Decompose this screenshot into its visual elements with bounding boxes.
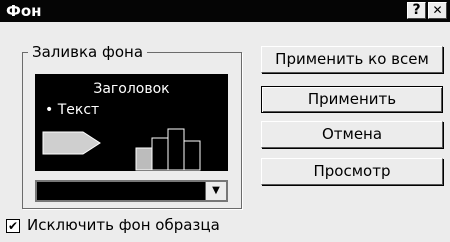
apply-all-button[interactable]: Применить ко всем [261, 46, 443, 73]
chevron-down-icon[interactable]: ▼ [205, 182, 226, 200]
omit-background-checkbox[interactable]: ✔ [6, 219, 20, 233]
title-bar[interactable]: Фон ? ✕ [0, 0, 450, 22]
slide-preview: Заголовок • Текст [35, 74, 228, 171]
preview-button[interactable]: Просмотр [261, 158, 443, 185]
apply-button[interactable]: Применить [261, 86, 443, 113]
fill-color-dropdown[interactable]: ▼ [35, 180, 228, 202]
cancel-button[interactable]: Отмена [261, 121, 443, 148]
close-button[interactable]: ✕ [428, 2, 447, 19]
preview-graphics [42, 128, 201, 171]
help-button[interactable]: ? [407, 2, 426, 19]
background-dialog: Фон ? ✕ Заливка фона Заголовок • Текст ▼… [0, 0, 450, 242]
fill-group-label: Заливка фона [28, 43, 148, 61]
preview-arrow-shape [42, 131, 101, 155]
omit-background-label[interactable]: Исключить фон образца [27, 216, 220, 234]
dialog-title: Фон [6, 2, 42, 20]
preview-bar-4 [183, 140, 201, 171]
preview-bar-2 [151, 137, 169, 171]
preview-bar-1 [135, 147, 153, 171]
preview-bar-3 [167, 128, 185, 171]
